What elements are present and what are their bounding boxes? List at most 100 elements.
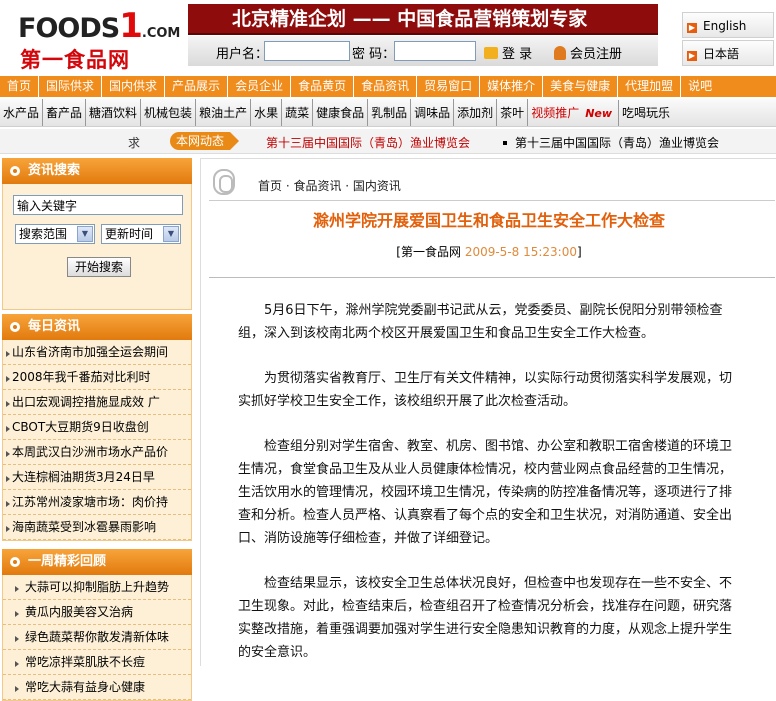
divider (209, 277, 775, 278)
list-item[interactable]: 海南蔬菜受到冰雹暴雨影响 (3, 515, 191, 540)
list-item[interactable]: 山东省济南市加强全运会期间 (3, 340, 191, 365)
time-select[interactable]: 更新时间 ▼ (101, 224, 181, 244)
logo-one: 1 (119, 6, 143, 46)
search-panel: 搜索范围 ▼ 更新时间 ▼ 开始搜索 (2, 184, 192, 310)
lang-english-label: English (703, 19, 747, 33)
register-button[interactable]: 会员注册 (554, 43, 622, 62)
weekly-review-title: 一周精彩回顾 (28, 554, 107, 569)
weekly-review-header: 一周精彩回顾 (2, 549, 192, 575)
video-promo-link[interactable]: 视频推广 (528, 99, 582, 126)
header: FOODS1.COM 第一食品网 北京精准企划 —— 中国食品营销策划专家 用户… (0, 0, 776, 74)
category-item[interactable]: 健康食品 (313, 99, 369, 126)
language-switcher: ▶ English ▶ 日本語 (672, 4, 776, 68)
category-item[interactable]: 粮油土产 (196, 99, 252, 126)
breadcrumb-text[interactable]: 首页 · 食品资讯 · 国内资讯 (258, 177, 401, 194)
chevron-down-icon: ▼ (163, 226, 179, 242)
nav-item[interactable]: 代理加盟 (618, 76, 682, 97)
article-paragraph: 为贯彻落实省教育厅、卫生厅有关文件精神，以实际行动贯彻落实科学发展观，切实抓好学… (238, 371, 733, 409)
nav-item[interactable]: 首页 (0, 76, 40, 97)
category-item[interactable]: 机械包装 (141, 99, 197, 126)
nav-item[interactable]: 说吧 (681, 76, 719, 97)
nav-item[interactable]: 食品资讯 (354, 76, 418, 97)
nav-item[interactable]: 会员企业 (228, 76, 292, 97)
category-item[interactable]: 吃喝玩乐 (619, 99, 673, 126)
nav-item[interactable]: 国际供求 (39, 76, 103, 97)
nav-item[interactable]: 美食与健康 (543, 76, 619, 97)
article-title: 滁州学院开展爱国卫生和食品卫生安全工作大检查 (312, 211, 665, 230)
nav-item[interactable]: 媒体推介 (480, 76, 544, 97)
sidebar: 资讯搜索 搜索范围 ▼ 更新时间 ▼ 开始搜索 每日资讯 山东省济南市加强全运会期间… (2, 158, 192, 701)
paperclip-icon (213, 169, 235, 195)
article-meta: [第一食品网 2009-5-8 15:23:00] (201, 243, 776, 260)
article-paragraph: 检查组分别对学生宿舍、教室、机房、图书馆、办公室和教职工宿舍楼道的环境卫生情况，… (238, 439, 733, 546)
category-item[interactable]: 添加剂 (454, 99, 498, 126)
ticker-item[interactable]: 第十三届中国国际（青岛）渔业博览会 (266, 134, 470, 151)
daily-news-list: 山东省济南市加强全运会期间 2008年我千番茄对比利时 出口宏观调控措施显成效 … (2, 340, 192, 541)
ticker-badge: 本网动态 (170, 132, 240, 150)
list-item[interactable]: 绿色蔬菜帮你散发清新体味 (3, 625, 191, 650)
article-source-end: ] (577, 245, 582, 259)
category-item[interactable]: 水产品 (0, 99, 44, 126)
list-item[interactable]: 江苏常州凌家塘市场：肉价持 (3, 490, 191, 515)
category-item[interactable]: 茶叶 (497, 99, 529, 126)
password-input[interactable] (394, 41, 476, 61)
category-item[interactable]: 水果 (251, 99, 283, 126)
list-item[interactable]: CBOT大豆期货9日收盘创 (3, 415, 191, 440)
nav-item[interactable]: 国内供求 (102, 76, 166, 97)
username-label: 用户名： (216, 47, 269, 62)
bullet-icon (503, 141, 507, 145)
search-button[interactable]: 开始搜索 (67, 257, 131, 277)
category-item[interactable]: 调味品 (411, 99, 455, 126)
category-item[interactable]: 畜产品 (43, 99, 87, 126)
keyword-input[interactable] (13, 195, 183, 215)
ad-banner[interactable]: 北京精准企划 —— 中国食品营销策划专家 (188, 4, 658, 35)
logo-com: .COM (141, 26, 181, 41)
arrow-right-icon: ▶ (687, 23, 697, 33)
logo-brand: FOODS (18, 13, 120, 44)
time-select-value: 更新时间 (105, 227, 154, 241)
scope-select-value: 搜索范围 (19, 227, 68, 241)
list-item[interactable]: 黄瓜内服美容又治病 (3, 600, 191, 625)
daily-news-title: 每日资讯 (28, 319, 81, 334)
logo-chinese: 第一食品网 (20, 48, 130, 72)
lang-english[interactable]: ▶ English (682, 12, 774, 38)
article-source: [第一食品网 (396, 245, 461, 259)
primary-nav: 首页 国际供求 国内供求 产品展示 会员企业 食品黄页 食品资讯 贸易窗口 媒体推介 美食与健康代… (0, 76, 776, 97)
category-item[interactable]: 蔬菜 (282, 99, 314, 126)
bullet-icon (10, 322, 20, 332)
list-item[interactable]: 出口宏观调控措施显成效 广 (3, 390, 191, 415)
password-label: 密 码： (352, 47, 396, 62)
article-panel: 首页 · 食品资讯 · 国内资讯 滁州学院开展爱国卫生和食品卫生安全工作大检查 … (200, 158, 776, 666)
article-paragraph: 5月6日下午，滁州学院党委副书记武从云，党委委员、副院长倪阳分别带领检查组，深入… (238, 303, 723, 341)
nav-item[interactable]: 贸易窗口 (417, 76, 481, 97)
list-item[interactable]: 2008年我千番茄对比利时 (3, 365, 191, 390)
nav-item[interactable]: 食品黄页 (291, 76, 355, 97)
login-button[interactable]: 登 录 (484, 43, 532, 62)
lang-japanese-label: 日本語 (703, 47, 740, 61)
ticker-prefix: 求 (128, 136, 141, 150)
list-item[interactable]: 本周武汉白沙洲市场水产品价 (3, 440, 191, 465)
bullet-icon (10, 557, 20, 567)
nav-item[interactable]: 产品展示 (165, 76, 229, 97)
bullet-icon (10, 166, 20, 176)
ticker-item[interactable]: 第十三届中国国际（青岛）渔业博览会 (503, 134, 719, 151)
article-body: 5月6日下午，滁州学院党委副书记武从云，党委委员、副院长倪阳分别带领检查组，深入… (238, 299, 738, 686)
site-logo[interactable]: FOODS1.COM 第一食品网 (18, 6, 180, 72)
list-item[interactable]: 常吃大蒜有益身心健康 (3, 675, 191, 700)
register-label: 会员注册 (570, 47, 623, 62)
category-item[interactable]: 乳制品 (368, 99, 412, 126)
lang-japanese[interactable]: ▶ 日本語 (682, 40, 774, 66)
weekly-review-list: 大蒜可以抑制脂肪上升趋势 黄瓜内服美容又治病 绿色蔬菜帮你散发清新体味 常吃凉拌… (2, 575, 192, 701)
category-item[interactable]: 糖酒饮料 (86, 99, 142, 126)
list-item[interactable]: 大蒜可以抑制脂肪上升趋势 (3, 575, 191, 600)
search-section-title: 资讯搜索 (28, 163, 81, 178)
login-label: 登 录 (502, 47, 533, 62)
username-input[interactable] (264, 41, 350, 61)
new-badge: New (582, 100, 620, 126)
daily-news-section: 每日资讯 山东省济南市加强全运会期间 2008年我千番茄对比利时 出口宏观调控措… (2, 314, 192, 541)
list-item[interactable]: 大连棕榈油期货3月24日早 (3, 465, 191, 490)
scope-select[interactable]: 搜索范围 ▼ (15, 224, 95, 244)
user-icon (554, 46, 566, 60)
list-item[interactable]: 常吃凉拌菜肌肤不长痘 (3, 650, 191, 675)
daily-news-header: 每日资讯 (2, 314, 192, 340)
